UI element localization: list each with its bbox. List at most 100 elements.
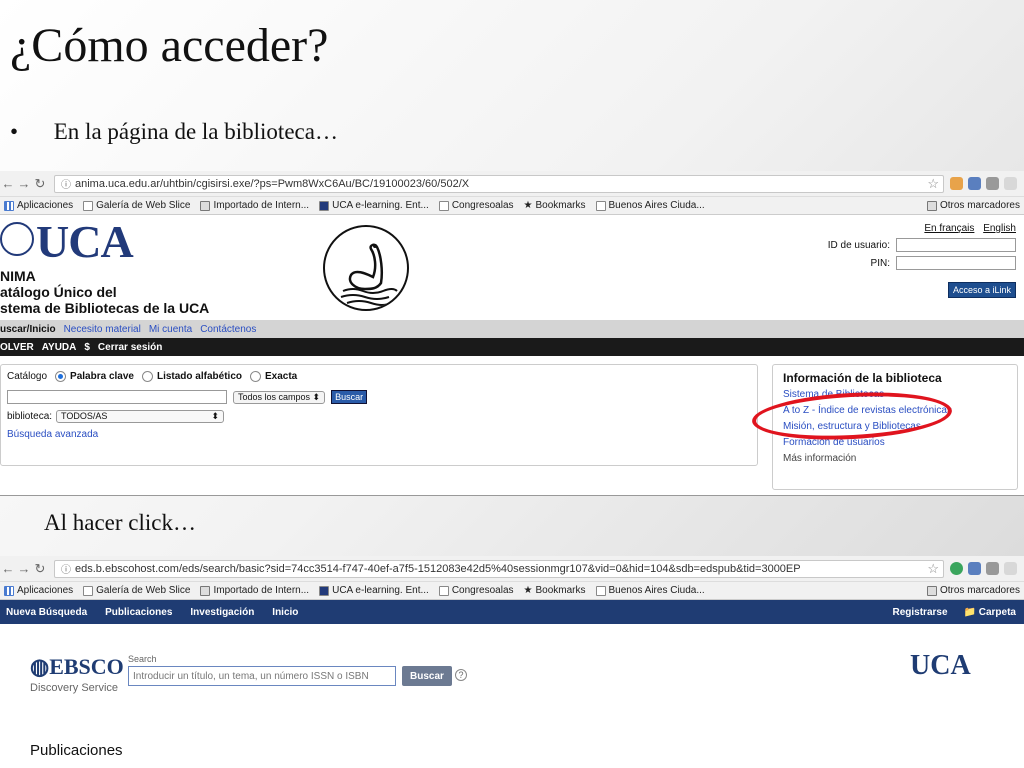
- radio-alphabetical[interactable]: [141, 371, 153, 382]
- extension-icon[interactable]: [968, 562, 981, 575]
- pin-row: PIN:: [828, 256, 1016, 270]
- help-action[interactable]: AYUDA: [42, 342, 77, 353]
- bookmark-item[interactable]: Congresoalas: [438, 200, 514, 211]
- publications-heading: Publicaciones: [30, 742, 123, 759]
- library-select[interactable]: TODOS/AS ⬍: [56, 410, 225, 423]
- bookmark-item[interactable]: Buenos Aires Ciuda...: [595, 200, 705, 211]
- nav-publications[interactable]: Publicaciones: [105, 607, 172, 618]
- logout-action[interactable]: Cerrar sesión: [98, 342, 162, 353]
- bookmark-star-icon[interactable]: ☆: [927, 561, 939, 577]
- nav-link[interactable]: Contáctenos: [200, 324, 256, 335]
- page-icon: [595, 585, 606, 596]
- user-id-input[interactable]: [896, 238, 1016, 252]
- back-action[interactable]: OLVER: [0, 342, 34, 353]
- bookmark-item[interactable]: Aplicaciones: [4, 200, 73, 211]
- uca-seal-icon: [0, 222, 34, 256]
- bullet-dot: •: [10, 119, 19, 144]
- folder-icon: 📁: [963, 606, 979, 618]
- nav-new-search[interactable]: Nueva Búsqueda: [6, 607, 87, 618]
- lang-english-link[interactable]: English: [983, 223, 1016, 234]
- user-id-label: ID de usuario:: [827, 239, 890, 251]
- bookmark-item[interactable]: Importado de Intern...: [200, 585, 309, 596]
- other-bookmarks[interactable]: Otros marcadores: [926, 200, 1020, 211]
- uca-favicon-icon: [319, 200, 330, 211]
- browser-toolbar: ← → ↻ ⓘ anima.uca.edu.ar/uhtbin/cgisirsi…: [0, 171, 1024, 197]
- page-icon: [438, 585, 449, 596]
- forward-icon[interactable]: →: [16, 176, 32, 191]
- lang-french-link[interactable]: En français: [924, 223, 974, 234]
- address-bar[interactable]: ⓘ anima.uca.edu.ar/uhtbin/cgisirsi.exe/?…: [54, 174, 944, 193]
- ilink-button[interactable]: Acceso a iLink: [947, 282, 1016, 298]
- register-link[interactable]: Registrarse: [892, 607, 947, 618]
- library-info-title: Información de la biblioteca: [783, 371, 942, 385]
- uca-logo-small: UCA: [910, 650, 971, 681]
- extension-icon[interactable]: [1004, 562, 1017, 575]
- radio-keyword[interactable]: [55, 371, 67, 382]
- forward-icon[interactable]: →: [16, 561, 32, 576]
- nav-current[interactable]: uscar/Inicio: [0, 324, 56, 335]
- back-icon[interactable]: ←: [0, 176, 16, 191]
- info-icon[interactable]: ⓘ: [61, 561, 71, 576]
- ebsco-nav-bar: Nueva Búsqueda Publicaciones Investigaci…: [0, 600, 1024, 624]
- ebsco-search-input[interactable]: Introducir un título, un tema, un número…: [128, 666, 396, 686]
- catalog-name: NIMA atálogo Único del stema de Bibliote…: [0, 268, 209, 316]
- bookmark-item[interactable]: ★ Bookmarks: [524, 585, 586, 596]
- catalog-search-panel: Catálogo Palabra clave Listado alfabétic…: [0, 364, 758, 466]
- ebsco-search-button[interactable]: Buscar: [402, 666, 452, 686]
- library-row: biblioteca: TODOS/AS ⬍: [7, 410, 751, 423]
- other-bookmarks[interactable]: Otros marcadores: [926, 585, 1020, 596]
- user-id-row: ID de usuario:: [828, 238, 1016, 252]
- bookmark-star-icon[interactable]: ☆: [927, 176, 939, 192]
- info-icon[interactable]: ⓘ: [61, 176, 71, 191]
- dollar-action[interactable]: $: [84, 342, 90, 353]
- catalog-name-line: NIMA: [0, 268, 36, 284]
- uca-favicon-icon: [319, 585, 330, 596]
- bookmark-item[interactable]: Aplicaciones: [4, 585, 73, 596]
- nav-home[interactable]: Inicio: [272, 607, 298, 618]
- star-icon: ★: [523, 200, 533, 211]
- bookmark-item[interactable]: UCA e-learning. Ent...: [319, 585, 429, 596]
- nav-link[interactable]: Mi cuenta: [149, 324, 192, 335]
- extension-icon[interactable]: [950, 177, 963, 190]
- url-text: anima.uca.edu.ar/uhtbin/cgisirsi.exe/?ps…: [75, 177, 470, 190]
- extension-icons: [950, 177, 1017, 190]
- extension-icon[interactable]: [1004, 177, 1017, 190]
- search-input-row: Todos los campos ⬍ Buscar: [7, 390, 751, 404]
- radio-exact[interactable]: [249, 371, 261, 382]
- catalog-name-line: atálogo Único del: [0, 284, 117, 300]
- page-icon: [83, 200, 94, 211]
- pin-input[interactable]: [896, 256, 1016, 270]
- uca-catalog-screenshot: ← → ↻ ⓘ anima.uca.edu.ar/uhtbin/cgisirsi…: [0, 171, 1024, 496]
- catalog-search-input[interactable]: [7, 390, 227, 404]
- reload-icon[interactable]: ↻: [32, 176, 48, 192]
- extension-icons: [950, 562, 1017, 575]
- extension-icon[interactable]: [950, 562, 963, 575]
- reload-icon[interactable]: ↻: [32, 561, 48, 577]
- address-bar[interactable]: ⓘ eds.b.ebscohost.com/eds/search/basic?s…: [54, 559, 944, 578]
- extension-icon[interactable]: [968, 177, 981, 190]
- nav-link[interactable]: Necesito material: [64, 324, 141, 335]
- advanced-search-link[interactable]: Búsqueda avanzada: [7, 429, 751, 440]
- extension-icon[interactable]: [986, 177, 999, 190]
- bookmark-item[interactable]: Galería de Web Slice: [83, 200, 190, 211]
- ebsco-screenshot: ← → ↻ ⓘ eds.b.ebscohost.com/eds/search/b…: [0, 556, 1024, 768]
- bookmarks-bar: Aplicaciones Galería de Web Slice Import…: [0, 582, 1024, 600]
- bookmark-item[interactable]: ★ Bookmarks: [524, 200, 586, 211]
- bookmark-item[interactable]: Buenos Aires Ciuda...: [595, 585, 705, 596]
- ebsco-logo: ◍EBSCO Discovery Service: [30, 654, 124, 694]
- ebsco-globe-icon: ◍: [30, 654, 50, 679]
- bookmark-item[interactable]: Congresoalas: [438, 585, 514, 596]
- bookmark-item[interactable]: UCA e-learning. Ent...: [319, 200, 429, 211]
- nav-research[interactable]: Investigación: [190, 607, 254, 618]
- folder-link[interactable]: 📁 Carpeta: [964, 607, 1016, 618]
- bookmark-item[interactable]: Galería de Web Slice: [83, 585, 190, 596]
- bullet-point: • En la página de la biblioteca…: [10, 119, 338, 145]
- back-icon[interactable]: ←: [0, 561, 16, 576]
- bookmark-item[interactable]: Importado de Intern...: [200, 200, 309, 211]
- info-more[interactable]: Más información: [783, 453, 1007, 464]
- catalog-search-button[interactable]: Buscar: [331, 390, 368, 404]
- apps-icon: [4, 200, 14, 211]
- help-icon[interactable]: ?: [455, 669, 467, 681]
- extension-icon[interactable]: [986, 562, 999, 575]
- fields-select[interactable]: Todos los campos ⬍: [233, 390, 326, 404]
